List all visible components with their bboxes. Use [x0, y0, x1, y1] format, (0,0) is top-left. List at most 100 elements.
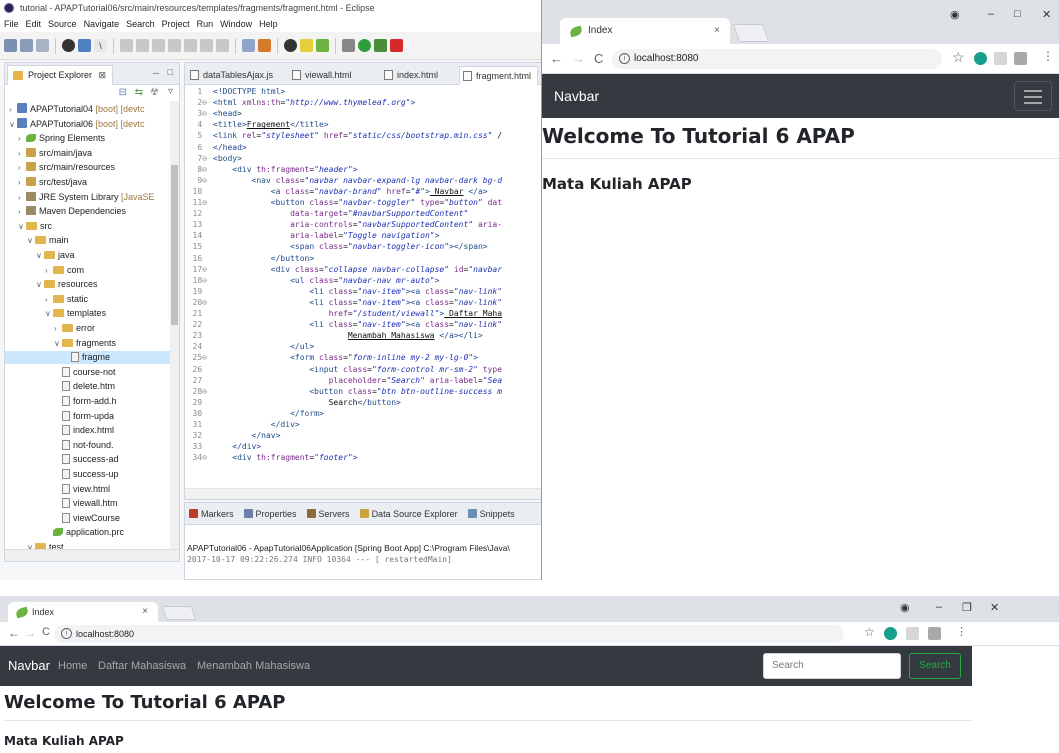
step-into-icon[interactable] — [184, 39, 197, 52]
resume-icon[interactable] — [120, 39, 133, 52]
menu-edit[interactable]: Edit — [26, 16, 42, 32]
chevron-down-icon[interactable]: ∨ — [36, 278, 44, 291]
url-field[interactable]: i localhost:8080 — [612, 49, 942, 69]
tree-item[interactable]: fragme — [5, 351, 175, 365]
chevron-down-icon[interactable]: ∨ — [45, 307, 53, 320]
menu-search[interactable]: Search — [126, 16, 155, 32]
new-icon[interactable] — [4, 39, 17, 52]
info-icon[interactable]: i — [619, 53, 630, 64]
terminate-icon[interactable] — [152, 39, 165, 52]
url-field[interactable]: i localhost:8080 — [54, 625, 844, 643]
step-return-icon[interactable] — [216, 39, 229, 52]
tab-project-explorer[interactable]: Project Explorer ⊠ — [7, 65, 114, 85]
chevron-down-icon[interactable]: ∨ — [54, 337, 62, 350]
chevron-right-icon[interactable]: › — [18, 205, 26, 218]
tree-item[interactable]: ∨ src — [5, 220, 175, 233]
menu-project[interactable]: Project — [162, 16, 190, 32]
menu-icon[interactable]: ⋮ — [956, 625, 967, 638]
navbar-brand[interactable]: Navbar — [8, 658, 50, 673]
tree-item[interactable]: view.html — [5, 483, 175, 496]
chevron-right-icon[interactable]: › — [9, 103, 17, 116]
view-menu-icon[interactable]: ▿ — [168, 86, 173, 97]
stop-icon[interactable] — [390, 39, 403, 52]
search-input[interactable]: Search — [763, 653, 901, 679]
menu-file[interactable]: File — [4, 16, 19, 32]
tree-item[interactable]: viewall.htm — [5, 497, 175, 510]
chevron-right-icon[interactable]: › — [18, 191, 26, 204]
tree-item[interactable]: index.html — [5, 424, 175, 437]
tree-item[interactable]: application.prc — [5, 526, 175, 539]
run-icon[interactable] — [358, 39, 371, 52]
new-tab-button[interactable] — [161, 606, 197, 620]
save-all-icon[interactable] — [36, 39, 49, 52]
nav-link-home[interactable]: Home — [58, 660, 87, 672]
close-tab-icon[interactable]: × — [714, 18, 720, 44]
external-tools-icon[interactable] — [374, 39, 387, 52]
task-icon[interactable] — [258, 39, 271, 52]
bottom-tab[interactable]: Snippets — [467, 509, 515, 519]
menu-icon[interactable]: ⋮ — [1042, 49, 1054, 63]
extension-icon[interactable] — [928, 627, 941, 640]
new-tab-button[interactable] — [732, 24, 770, 42]
tree-item[interactable]: › Maven Dependencies — [5, 205, 175, 218]
code-area[interactable]: 1 <!DOCTYPE html> 2⊖ <html xmlns:th="http:… — [185, 87, 544, 487]
tree-item[interactable]: course-not — [5, 366, 175, 379]
menu-source[interactable]: Source — [48, 16, 77, 32]
minimize-window-icon[interactable]: – — [988, 8, 994, 20]
editor-tab[interactable]: dataTablesAjax.js — [187, 66, 273, 85]
step-over-icon[interactable] — [200, 39, 213, 52]
tree-item[interactable]: › src/main/resources — [5, 161, 175, 174]
open-type-icon[interactable] — [242, 39, 255, 52]
disconnect-icon[interactable] — [168, 39, 181, 52]
filter-icon[interactable]: ☢ — [150, 87, 159, 98]
arrow-right-icon[interactable]: → — [24, 626, 36, 640]
save-icon[interactable] — [20, 39, 33, 52]
chevron-right-icon[interactable]: › — [18, 132, 26, 145]
window-icon[interactable] — [78, 39, 91, 52]
tree-item[interactable]: viewCourse — [5, 512, 175, 525]
browser-tab-index[interactable]: Index × — [8, 602, 158, 622]
reload-icon[interactable]: C — [594, 51, 603, 66]
tree-item[interactable]: ∨ main — [5, 234, 175, 247]
chevron-right-icon[interactable]: › — [54, 322, 62, 335]
chevron-down-icon[interactable]: ∨ — [18, 220, 26, 233]
minimize-window-icon[interactable]: – — [936, 601, 942, 613]
bottom-tab[interactable]: Data Source Explorer — [359, 509, 458, 519]
bottom-tab[interactable]: Servers — [306, 509, 350, 519]
tree-item[interactable]: › APAPTutorial04 [boot] [devtc — [5, 103, 175, 116]
arrow-right-icon[interactable]: → — [572, 51, 585, 66]
tree-item[interactable]: › src/test/java — [5, 176, 175, 189]
search-button[interactable]: Search — [909, 653, 961, 679]
arrow-left-icon[interactable]: ← — [550, 51, 563, 66]
profile-icon[interactable]: ◉ — [900, 601, 910, 614]
chevron-down-icon[interactable]: ∨ — [27, 234, 35, 247]
tree-item[interactable]: › static — [5, 293, 175, 306]
vertical-scrollbar[interactable] — [170, 101, 179, 549]
navbar-brand[interactable]: Navbar — [554, 88, 599, 104]
tree-item[interactable]: ∨ APAPTutorial06 [boot] [devtc — [5, 117, 175, 131]
tree-item[interactable]: › Spring Elements — [5, 132, 175, 145]
arrow-left-icon[interactable]: ← — [8, 626, 20, 640]
close-tab-icon[interactable]: × — [142, 602, 148, 622]
editor-tab[interactable]: viewall.html — [289, 66, 352, 85]
tree-item[interactable]: form-upda — [5, 410, 175, 423]
menu-navigate[interactable]: Navigate — [84, 16, 120, 32]
nav-link-menambah-mahasiswa[interactable]: Menambah Mahasiswa — [197, 660, 310, 672]
tree-item[interactable]: › error — [5, 322, 175, 335]
chevron-right-icon[interactable]: › — [18, 161, 26, 174]
minimize-icon[interactable]: ─ — [153, 68, 159, 78]
coverage-icon[interactable] — [284, 39, 297, 52]
browser-tab-index[interactable]: Index × — [560, 18, 730, 44]
extension-icon[interactable] — [994, 52, 1007, 65]
chevron-right-icon[interactable]: › — [18, 176, 26, 189]
info-icon[interactable]: i — [61, 628, 72, 639]
tree-item[interactable]: ∨ java — [5, 249, 175, 262]
link-editor-icon[interactable]: ⇆ — [135, 87, 143, 98]
extension-icon[interactable] — [906, 627, 919, 640]
tree-item[interactable]: success-ad — [5, 453, 175, 466]
restore-window-icon[interactable]: ❐ — [962, 601, 972, 614]
editor-tab[interactable]: index.html — [381, 66, 438, 85]
debug-run-icon[interactable] — [342, 39, 355, 52]
close-window-icon[interactable]: ✕ — [990, 601, 999, 614]
horizontal-scrollbar[interactable] — [5, 549, 179, 561]
